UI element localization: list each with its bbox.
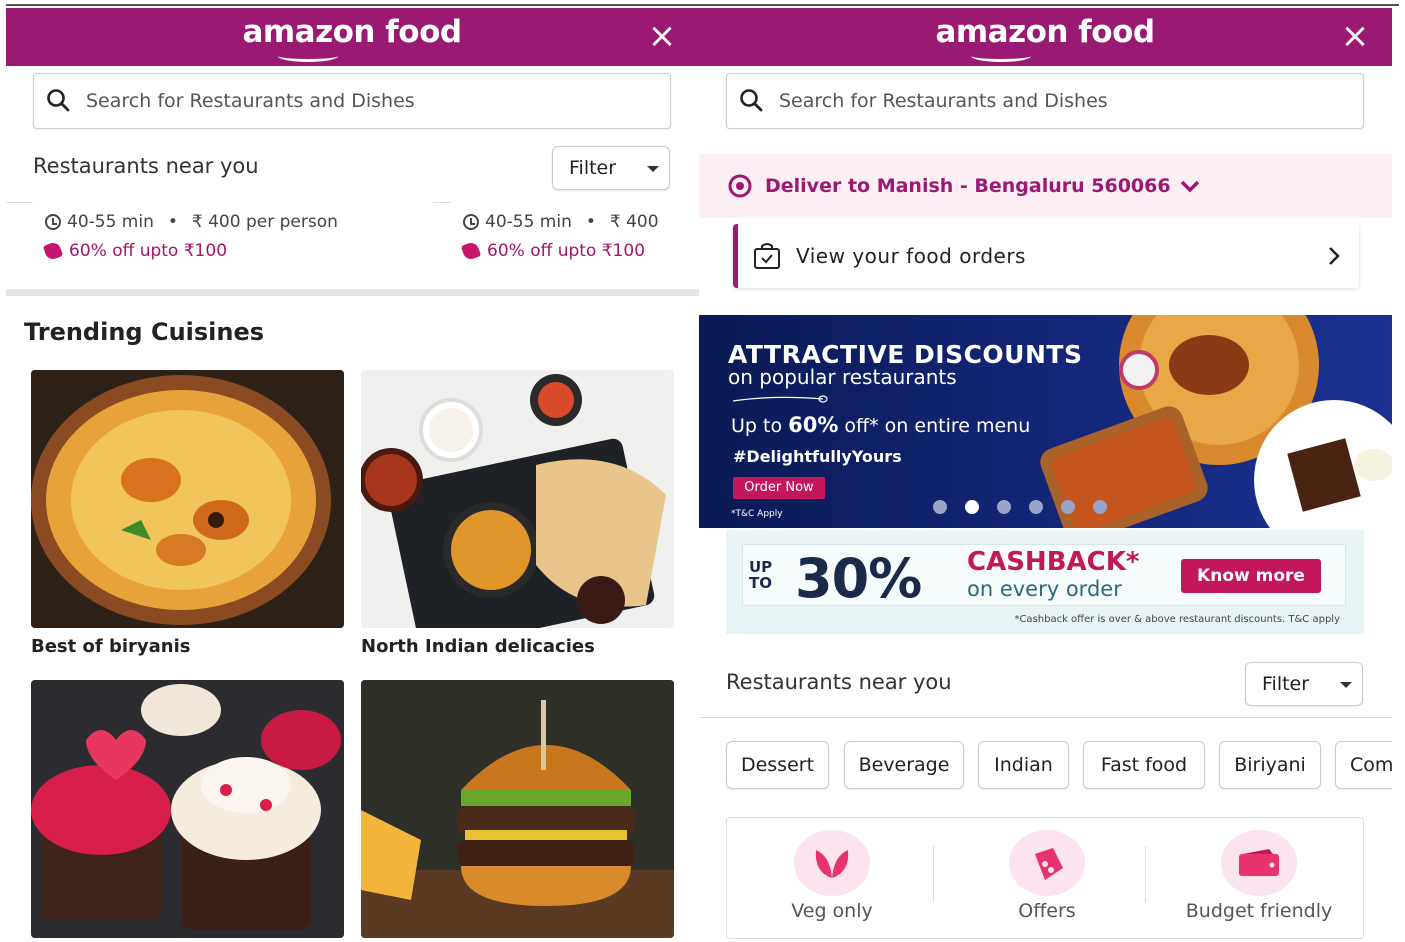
carousel-dot[interactable]: [1029, 500, 1043, 514]
shopping-bag-icon: [754, 243, 780, 269]
separator: [1145, 846, 1146, 902]
wallet-icon: [1239, 849, 1279, 876]
search-input[interactable]: [779, 90, 1339, 112]
cuisine-label[interactable]: Best of biryanis: [31, 636, 191, 657]
app-header: amazon food ×: [699, 8, 1392, 66]
quick-filters: Veg only Offers Budget friendly: [726, 817, 1364, 939]
offer-text: 60% off upto ₹100: [460, 240, 645, 262]
burger-illustration: [361, 680, 674, 938]
discount-banner[interactable]: ATTRACTIVE DISCOUNTS on popular restaura…: [699, 315, 1392, 528]
search-icon: [47, 89, 70, 112]
filter-label: Filter: [569, 157, 617, 179]
separator: [933, 846, 934, 902]
view-food-orders-button[interactable]: View your food orders: [733, 224, 1359, 288]
section-divider: [6, 289, 699, 296]
burger-image[interactable]: [361, 680, 674, 938]
cashback-title: CASHBACK*: [967, 547, 1140, 577]
app-header: amazon food ×: [6, 8, 699, 66]
decorative-swirl-icon: [732, 395, 828, 403]
deliver-to-text: Deliver to Manish - Bengaluru 560066: [765, 175, 1171, 197]
chip-com[interactable]: Com: [1335, 741, 1392, 789]
restaurants-near-title: Restaurants near you: [33, 154, 259, 178]
delivery-time: 40-55 min • ₹ 400: [463, 212, 659, 232]
biryani-image[interactable]: [31, 370, 344, 628]
clock-icon: [45, 214, 61, 230]
delivery-time: 40-55 min • ₹ 400 per person: [45, 212, 338, 232]
cuisine-label[interactable]: North Indian delicacies: [361, 636, 595, 657]
banner-offer: Up to 60% off* on entire menu: [731, 413, 1031, 437]
cashback-up-to: UP TO: [749, 558, 773, 592]
chevron-right-icon: [1329, 247, 1340, 265]
know-more-button[interactable]: Know more: [1181, 559, 1321, 593]
carousel-dot[interactable]: [1061, 500, 1075, 514]
search-bar[interactable]: [726, 73, 1364, 129]
filter-dropdown[interactable]: Filter: [1245, 662, 1363, 706]
offer-tag-icon: [42, 240, 64, 262]
banner-subline: on popular restaurants: [728, 365, 957, 389]
filter-dropdown[interactable]: Filter: [552, 146, 670, 190]
offer-text: 60% off upto ₹100: [42, 240, 227, 262]
deliver-to-bar[interactable]: Deliver to Manish - Bengaluru 560066: [699, 154, 1392, 218]
top-divider: [6, 4, 1399, 6]
carousel-dot[interactable]: [933, 500, 947, 514]
north-indian-illustration: [361, 370, 674, 628]
filter-label: Filter: [1262, 673, 1310, 695]
price-per-person: ₹ 400 per person: [191, 212, 338, 232]
search-input[interactable]: [86, 90, 646, 112]
chip-fast-food[interactable]: Fast food: [1083, 741, 1205, 789]
chevron-down-icon: [1180, 180, 1199, 193]
chip-biriyani[interactable]: Biriyani: [1219, 741, 1321, 789]
offer-tag-icon: [1035, 848, 1063, 880]
order-now-button[interactable]: Order Now: [733, 477, 825, 499]
cashback-percent: 30%: [795, 547, 922, 610]
left-screen: amazon food × Restaurants near you Filte…: [6, 8, 699, 942]
chip-beverage[interactable]: Beverage: [844, 741, 964, 789]
quick-filter-label: Veg only: [791, 900, 873, 922]
restaurants-near-title: Restaurants near you: [726, 670, 952, 694]
banner-terms: *T&C Apply: [731, 509, 783, 519]
close-button[interactable]: ×: [1335, 16, 1375, 56]
cashback-subtitle: on every order: [967, 577, 1122, 601]
offer-tag-icon: [460, 240, 482, 262]
veg-only-filter[interactable]: Veg only: [732, 818, 932, 940]
quick-filter-label: Budget friendly: [1185, 900, 1333, 922]
right-screen: amazon food × Deliver to Manish - Bengal…: [699, 8, 1392, 942]
location-pin-icon: [728, 174, 752, 198]
logo-smile-icon: [278, 52, 338, 62]
banner-hashtag: #DelightfullyYours: [733, 447, 902, 466]
chevron-down-icon: [1340, 682, 1352, 688]
carousel-dot[interactable]: [997, 500, 1011, 514]
cashback-card: UP TO 30% CASHBACK* on every order Know …: [742, 544, 1346, 610]
chip-dessert[interactable]: Dessert: [726, 741, 829, 789]
view-food-orders-label: View your food orders: [796, 244, 1026, 268]
quick-filter-label: Offers: [1018, 900, 1076, 922]
amazon-food-logo: amazon food: [935, 14, 1155, 50]
offers-filter[interactable]: Offers: [947, 818, 1147, 940]
clock-icon: [463, 214, 479, 230]
north-indian-image[interactable]: [361, 370, 674, 628]
divider: [699, 717, 1392, 718]
carousel-dots[interactable]: [933, 500, 1107, 514]
leaf-icon: [815, 850, 849, 878]
cashback-banner[interactable]: UP TO 30% CASHBACK* on every order Know …: [726, 530, 1364, 634]
biryani-illustration: [31, 370, 344, 628]
price-per-person: ₹ 400: [609, 212, 659, 232]
search-bar[interactable]: [33, 73, 671, 129]
close-button[interactable]: ×: [642, 16, 682, 56]
banner-food-illustration: [1040, 315, 1392, 528]
search-icon: [740, 89, 763, 112]
amazon-food-logo: amazon food: [242, 14, 462, 50]
chevron-down-icon: [647, 166, 659, 172]
carousel-dot[interactable]: [1093, 500, 1107, 514]
budget-friendly-filter[interactable]: Budget friendly: [1159, 818, 1359, 940]
logo-smile-icon: [971, 52, 1031, 62]
cupcakes-illustration: [31, 680, 344, 938]
cashback-note: *Cashback offer is over & above restaura…: [1014, 614, 1340, 625]
restaurant-card[interactable]: 40-55 min • ₹ 400 60% off upto ₹100: [451, 202, 699, 272]
chip-indian[interactable]: Indian: [978, 741, 1069, 789]
restaurant-card[interactable]: 40-55 min • ₹ 400 per person 60% off upt…: [33, 202, 433, 272]
trending-cuisines-title: Trending Cuisines: [24, 318, 265, 346]
cupcakes-image[interactable]: [31, 680, 344, 938]
carousel-dot-active[interactable]: [965, 500, 979, 514]
